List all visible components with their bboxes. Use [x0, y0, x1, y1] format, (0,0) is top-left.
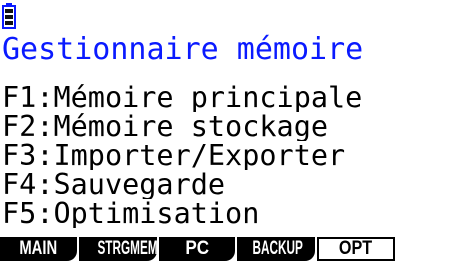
- fkey-backup-button[interactable]: BACKUP: [237, 237, 315, 261]
- fkey-opt-button[interactable]: OPT: [317, 237, 395, 261]
- menu-item-main-memory[interactable]: F1:Mémoire principale: [2, 83, 476, 112]
- calculator-screen: Gestionnaire mémoire F1:Mémoire principa…: [0, 0, 476, 271]
- menu-item-import-export[interactable]: F3:Importer/Exporter: [2, 141, 476, 170]
- fkey-main-label: MAIN: [19, 238, 58, 259]
- menu-item-storage-memory[interactable]: F2:Mémoire stockage: [2, 112, 476, 141]
- fkey-pc-label: PC: [185, 238, 209, 259]
- menu-item-optimization[interactable]: F5:Optimisation: [2, 199, 476, 228]
- memory-menu: F1:Mémoire principale F2:Mémoire stockag…: [2, 83, 476, 228]
- status-bar: [0, 0, 476, 34]
- fkey-main-button[interactable]: MAIN: [0, 237, 77, 261]
- fkey-strgmem-button[interactable]: STRGMEM: [79, 237, 157, 261]
- fkey-pc-button[interactable]: PC: [159, 237, 235, 261]
- page-title: Gestionnaire mémoire: [2, 32, 364, 67]
- fkey-opt-label: OPT: [339, 238, 373, 259]
- fkey-strgmem-label: STRGMEM: [97, 238, 157, 259]
- fkey-backup-label: BACKUP: [252, 238, 303, 259]
- menu-item-backup[interactable]: F4:Sauvegarde: [2, 170, 476, 199]
- function-key-bar: MAIN STRGMEM PC BACKUP OPT: [0, 237, 476, 261]
- battery-icon: [2, 3, 16, 29]
